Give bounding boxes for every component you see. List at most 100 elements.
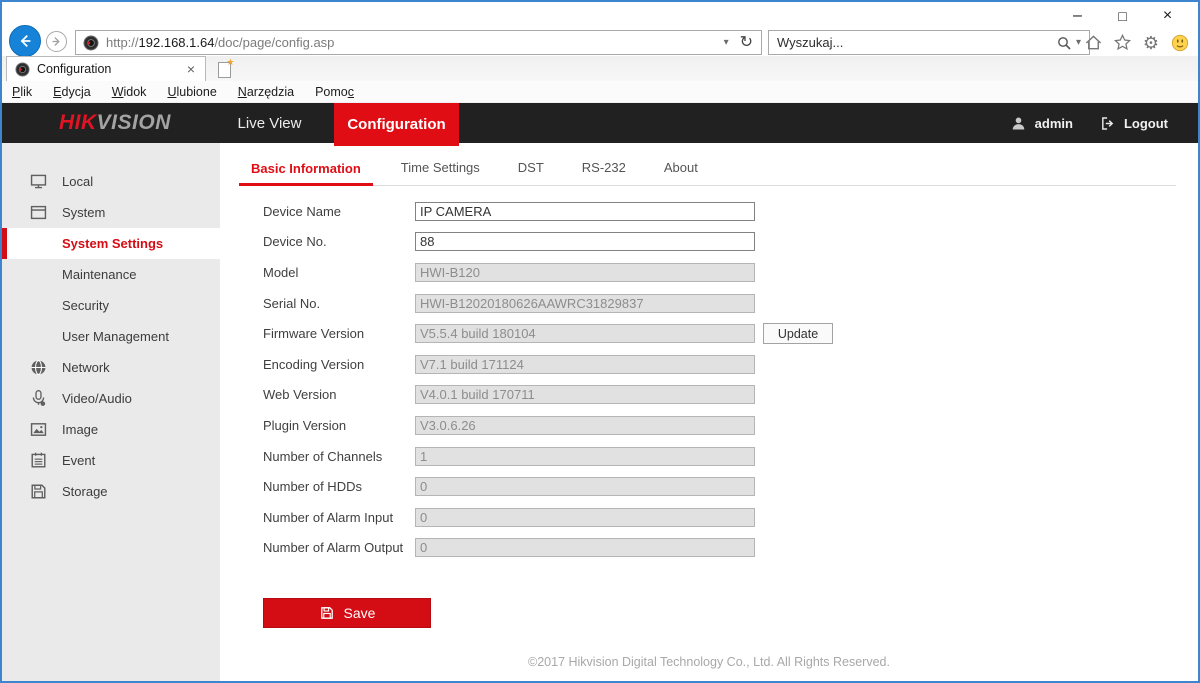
number-of-channels-value: [415, 447, 755, 466]
site-favicon-camera-icon: [83, 35, 99, 51]
back-arrow-icon: [16, 32, 34, 50]
form-row-number-of-alarm-input: Number of Alarm Input: [263, 502, 833, 533]
search-icon[interactable]: [1056, 35, 1072, 51]
save-label: Save: [344, 605, 376, 621]
number-of-alarm-output-label: Number of Alarm Output: [263, 540, 415, 555]
tab-about[interactable]: About: [652, 160, 710, 185]
number-of-alarm-input-label: Number of Alarm Input: [263, 510, 415, 525]
browser-menu-bar: Plik Edycja Widok Ulubione Narzędzia Pom…: [2, 81, 1198, 103]
form-row-serial-no: Serial No.: [263, 288, 833, 319]
close-button[interactable]: ×: [1145, 4, 1190, 28]
menu-edycja[interactable]: Edycja: [53, 85, 91, 99]
maximize-button[interactable]: □: [1100, 4, 1145, 28]
device-name-input[interactable]: [415, 202, 755, 221]
device-name-label: Device Name: [263, 204, 415, 219]
minimize-button[interactable]: –: [1055, 4, 1100, 28]
tab-rs-232[interactable]: RS-232: [570, 160, 638, 185]
feedback-smiley-icon[interactable]: [1170, 33, 1190, 53]
basic-information-form: Device Name Device No. Model Serial No. …: [263, 196, 833, 563]
form-row-firmware-version: Firmware Version Update: [263, 318, 833, 349]
new-tab-button[interactable]: ★: [212, 59, 236, 80]
sidebar-item-system-settings[interactable]: System Settings: [2, 228, 220, 259]
browser-window: – □ × http://192.168.1.64/doc/page/confi…: [0, 0, 1200, 683]
address-bar[interactable]: http://192.168.1.64/doc/page/config.asp …: [75, 30, 762, 55]
form-row-number-of-channels: Number of Channels: [263, 441, 833, 472]
nav-live-view[interactable]: Live View: [207, 103, 332, 143]
content-tab-strip: Basic Information Time Settings DST RS-2…: [239, 157, 1176, 186]
device-no-input[interactable]: [415, 232, 755, 251]
sidebar-item-storage[interactable]: Storage: [2, 476, 220, 507]
copyright-footer: ©2017 Hikvision Digital Technology Co., …: [220, 655, 1198, 669]
favorites-star-icon[interactable]: [1112, 33, 1132, 53]
app-body: Local System System Settings Maintenance…: [2, 143, 1198, 681]
menu-pomoc[interactable]: Pomoc: [315, 85, 354, 99]
address-dropdown-icon[interactable]: ▾: [717, 37, 736, 48]
new-tab-page-icon: ★: [218, 62, 231, 78]
image-icon: [29, 420, 48, 439]
refresh-icon[interactable]: ↻: [736, 35, 757, 51]
tab-dst[interactable]: DST: [506, 160, 556, 185]
sidebar-item-image[interactable]: Image: [2, 414, 220, 445]
sidebar-item-event[interactable]: Event: [2, 445, 220, 476]
encoding-version-label: Encoding Version: [263, 357, 415, 372]
title-bar: – □ ×: [2, 2, 1198, 28]
username-label: admin: [1035, 116, 1073, 131]
sidebar-item-security[interactable]: Security: [2, 290, 220, 321]
forward-button[interactable]: [46, 31, 67, 52]
firmware-version-value: [415, 324, 755, 343]
serial-no-label: Serial No.: [263, 296, 415, 311]
tab-title: Configuration: [37, 62, 185, 76]
sidebar-item-user-management[interactable]: User Management: [2, 321, 220, 352]
web-version-value: [415, 385, 755, 404]
browser-tab-strip: Configuration × ★: [2, 56, 1198, 81]
menu-ulubione[interactable]: Ulubione: [167, 85, 216, 99]
menu-widok[interactable]: Widok: [112, 85, 147, 99]
sidebar-item-video-audio[interactable]: Video/Audio: [2, 383, 220, 414]
browser-tab-configuration[interactable]: Configuration ×: [6, 56, 206, 81]
sidebar-item-maintenance[interactable]: Maintenance: [2, 259, 220, 290]
tab-time-settings[interactable]: Time Settings: [389, 160, 492, 185]
device-no-label: Device No.: [263, 234, 415, 249]
number-of-hdds-label: Number of HDDs: [263, 479, 415, 494]
sidebar-item-network[interactable]: Network: [2, 352, 220, 383]
sidebar-item-local[interactable]: Local: [2, 166, 220, 197]
back-button[interactable]: [9, 25, 41, 57]
system-window-icon: [29, 203, 48, 222]
forward-arrow-icon: [50, 35, 63, 48]
tab-basic-information[interactable]: Basic Information: [239, 161, 373, 186]
search-input[interactable]: [769, 35, 1056, 50]
monitor-icon: [29, 172, 48, 191]
number-of-alarm-output-value: [415, 538, 755, 557]
plugin-version-value: [415, 416, 755, 435]
app-header: HIKVISION Live View Configuration admin …: [2, 103, 1198, 143]
microphone-icon: [29, 389, 48, 408]
form-row-device-name: Device Name: [263, 196, 833, 227]
logout-button[interactable]: Logout: [1099, 115, 1168, 132]
model-label: Model: [263, 265, 415, 280]
menu-narzedzia[interactable]: Narzędzia: [238, 85, 294, 99]
settings-gear-icon[interactable]: ⚙: [1141, 33, 1161, 53]
menu-plik[interactable]: Plik: [12, 85, 32, 99]
home-icon[interactable]: [1083, 33, 1103, 53]
save-button[interactable]: Save: [263, 598, 431, 628]
sidebar: Local System System Settings Maintenance…: [2, 143, 220, 681]
network-globe-icon: [29, 358, 48, 377]
sidebar-item-system[interactable]: System: [2, 197, 220, 228]
nav-configuration[interactable]: Configuration: [334, 103, 459, 146]
web-version-label: Web Version: [263, 387, 415, 402]
number-of-alarm-input-value: [415, 508, 755, 527]
serial-no-value: [415, 294, 755, 313]
url-text: http://192.168.1.64/doc/page/config.asp: [106, 35, 717, 50]
form-row-number-of-hdds: Number of HDDs: [263, 471, 833, 502]
browser-nav-bar: http://192.168.1.64/doc/page/config.asp …: [2, 28, 1198, 56]
tab-favicon-camera-icon: [15, 62, 30, 77]
model-value: [415, 263, 755, 282]
number-of-hdds-value: [415, 477, 755, 496]
search-box: ▾: [768, 30, 1090, 55]
form-row-device-no: Device No.: [263, 227, 833, 258]
tab-close-icon[interactable]: ×: [185, 61, 197, 77]
logout-icon: [1099, 115, 1116, 132]
user-icon: [1010, 115, 1027, 132]
form-row-model: Model: [263, 257, 833, 288]
update-button[interactable]: Update: [763, 323, 833, 344]
